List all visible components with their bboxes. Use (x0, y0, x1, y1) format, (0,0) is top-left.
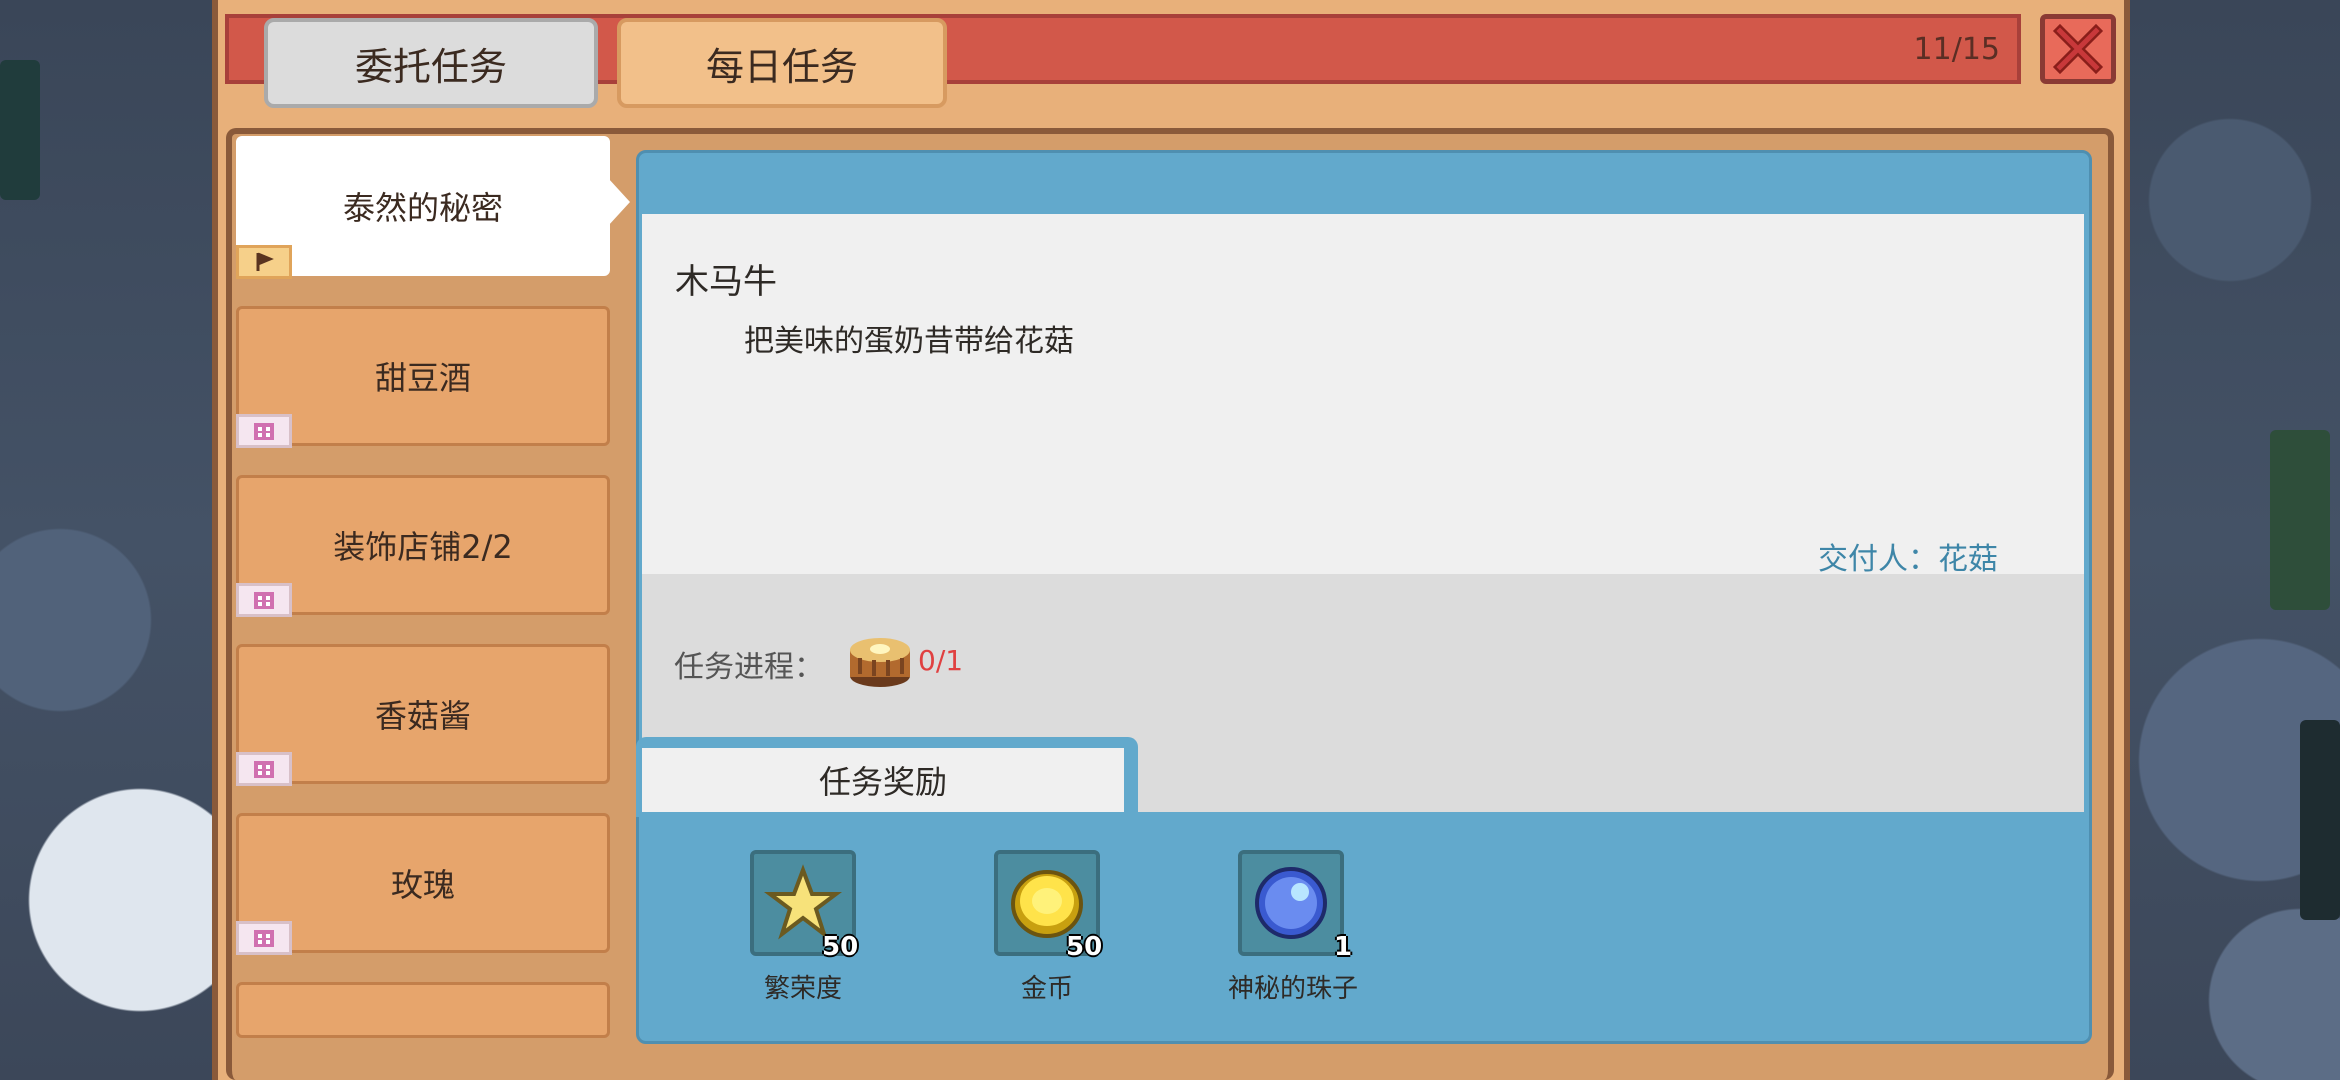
quest-item-label: 香菇酱 (374, 697, 471, 735)
reward-qty: 1 (1334, 932, 1353, 962)
quest-item-rose[interactable]: 玫瑰 (236, 813, 610, 953)
reward-label: 繁荣度 (763, 974, 842, 1004)
building-icon (236, 752, 292, 786)
quest-description: 把美味的蛋奶昔带给花菇 (744, 324, 1074, 359)
custard-icon (845, 628, 915, 690)
flag-icon (236, 245, 292, 279)
reward-label: 神秘的珠子 (1227, 974, 1358, 1004)
selection-arrow (608, 178, 630, 226)
tree-decoration (2300, 720, 2340, 920)
quest-item-label: 玫瑰 (390, 866, 455, 904)
tab-daily-quests[interactable]: 每日任务 (617, 18, 947, 108)
building-icon (236, 583, 292, 617)
tab-commission-quests[interactable]: 委托任务 (264, 18, 598, 108)
quest-counter: 11/15 (1913, 32, 2000, 67)
blue-orb-icon (1255, 867, 1327, 939)
quest-item-label: 甜豆酒 (374, 359, 471, 397)
quest-title: 木马牛 (675, 262, 777, 302)
progress-count: 0/1 (918, 644, 964, 677)
reward-label: 金币 (1020, 974, 1073, 1004)
close-icon (2052, 23, 2104, 75)
tree-decoration (0, 60, 40, 200)
tree-decoration (2270, 430, 2330, 610)
quest-item-tairan-secret[interactable]: 泰然的秘密 (236, 136, 610, 276)
quest-description-box (642, 214, 2084, 574)
quest-item-sweet-bean-wine[interactable]: 甜豆酒 (236, 306, 610, 446)
quest-item-mushroom-sauce[interactable]: 香菇酱 (236, 644, 610, 784)
quest-item-label: 装饰店铺2/2 (333, 528, 513, 566)
close-button[interactable] (2040, 14, 2116, 84)
quest-giver: 交付人：花菇 (1818, 542, 1998, 577)
reward-slot-mysterious-orb[interactable] (1238, 850, 1344, 956)
reward-qty: 50 (822, 932, 859, 962)
building-icon (236, 414, 292, 448)
quest-item-decorate-shop[interactable]: 装饰店铺2/2 (236, 475, 610, 615)
tab-rewards[interactable]: 任务奖励 (642, 748, 1124, 812)
building-icon (236, 921, 292, 955)
quest-item-partial[interactable] (236, 982, 610, 1038)
reward-qty: 50 (1066, 932, 1103, 962)
progress-label: 任务进程： (674, 650, 824, 685)
quest-item-label: 泰然的秘密 (342, 189, 503, 227)
